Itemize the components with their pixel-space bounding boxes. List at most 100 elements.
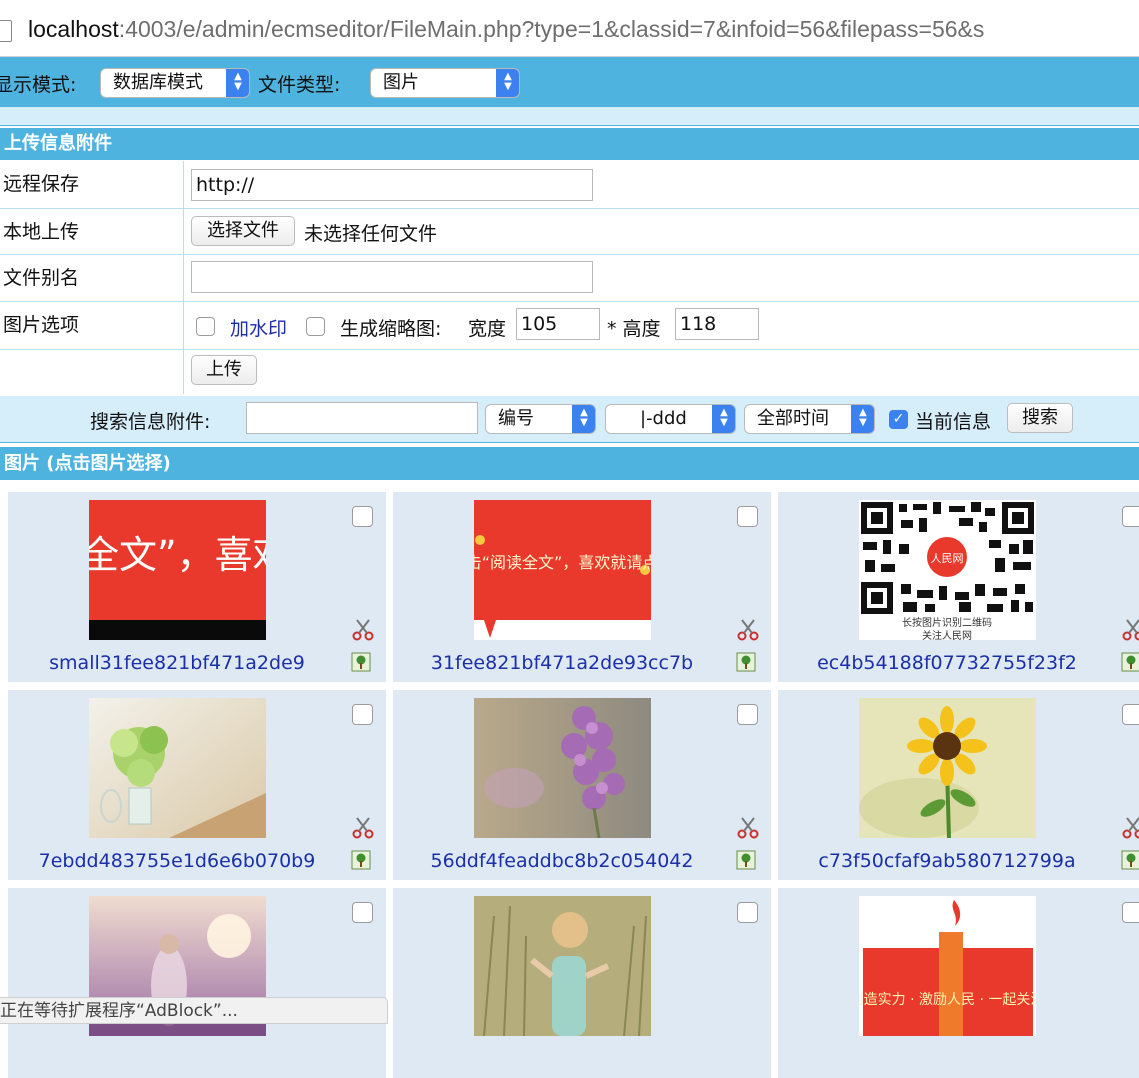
- divider-strip: [0, 107, 1139, 126]
- url-rest: :4003/e/admin/ecmseditor/FileMain.php?ty…: [119, 16, 985, 42]
- banner-text: 全文”，喜欢: [89, 533, 266, 577]
- search-label: 搜索信息附件:: [90, 407, 210, 434]
- image-filename[interactable]: 7ebdd483755e1d6e6b070b9: [8, 850, 346, 872]
- edit-image-icon[interactable]: [351, 652, 371, 672]
- thumbnail-image[interactable]: [859, 698, 1036, 838]
- thumbnail-image[interactable]: 点击“阅读全文”，喜欢就请点赞: [474, 500, 651, 640]
- search-input[interactable]: [246, 402, 478, 434]
- scissors-icon[interactable]: [736, 618, 760, 642]
- url-text[interactable]: localhost:4003/e/admin/ecmseditor/FileMa…: [28, 16, 984, 43]
- thumbnail-image[interactable]: [474, 698, 651, 838]
- thumbnail-image[interactable]: [474, 896, 651, 1036]
- height-label: * 高度: [607, 314, 661, 341]
- display-mode-label: 显示模式:: [0, 70, 76, 97]
- select-checkbox[interactable]: [1122, 506, 1139, 527]
- edit-image-icon[interactable]: [1121, 850, 1139, 870]
- file-type-select[interactable]: 图片 ▲▼: [370, 68, 520, 98]
- time-select[interactable]: 全部时间 ▲▼: [744, 404, 875, 434]
- gallery-header: 图片 (点击图片选择): [0, 447, 1139, 480]
- search-bar: 搜索信息附件: 编号 ▲▼ |-ddd ▲▼ 全部时间 ▲▼ ✓ 当前信息 搜索: [0, 396, 1139, 443]
- scissors-icon[interactable]: [351, 816, 375, 840]
- qr-caption-2: 关注人民网: [922, 629, 972, 640]
- image-options-row: 图片选项 加水印 生成缩略图: 宽度 105 * 高度 118: [0, 302, 1139, 350]
- qr-caption-1: 长按图片识别二维码: [902, 616, 992, 629]
- display-mode-select[interactable]: 数据库模式 ▲▼: [100, 68, 250, 98]
- image-tile[interactable]: 全文”，喜欢 small31fee821bf471a2de9: [8, 492, 386, 682]
- image-filename[interactable]: 31fee821bf471a2de93cc7b: [393, 652, 731, 674]
- thumbnail-image[interactable]: 人民网 长按图片识别二维码 关注人民网: [859, 500, 1036, 640]
- current-info-checkbox[interactable]: ✓: [889, 410, 908, 429]
- address-bar[interactable]: localhost:4003/e/admin/ecmseditor/FileMa…: [0, 0, 1139, 57]
- choose-file-button[interactable]: 选择文件: [191, 216, 295, 246]
- banner-text: 点击“阅读全文”，喜欢就请点赞: [474, 553, 651, 572]
- select-checkbox[interactable]: [352, 704, 373, 725]
- mode-bar: 显示模式: 数据库模式 ▲▼ 文件类型: 图片 ▲▼: [0, 57, 1139, 107]
- image-tile[interactable]: 56ddf4feaddbc8b2c054042: [393, 690, 771, 880]
- width-input[interactable]: 105: [516, 308, 600, 340]
- select-checkbox[interactable]: [737, 704, 758, 725]
- select-arrows-icon: ▲▼: [851, 404, 875, 434]
- search-field-value: 编号: [498, 408, 534, 429]
- select-checkbox[interactable]: [737, 506, 758, 527]
- select-arrows-icon: ▲▼: [226, 68, 250, 98]
- image-options-label: 图片选项: [0, 302, 184, 349]
- upload-button-row: 上传: [0, 350, 1139, 394]
- image-tile[interactable]: 人民网 长按图片识别二维码 关注人民网 ec4b54188f07732755f2…: [778, 492, 1139, 682]
- image-tile[interactable]: 创造实力 · 激励人民 · 一起关注: [778, 888, 1139, 1078]
- scissors-icon[interactable]: [1121, 816, 1139, 840]
- local-upload-row: 本地上传 选择文件 未选择任何文件: [0, 209, 1139, 255]
- search-button[interactable]: 搜索: [1007, 403, 1073, 433]
- alias-row: 文件别名: [0, 255, 1139, 302]
- no-file-text: 未选择任何文件: [304, 219, 437, 246]
- alias-input[interactable]: [191, 261, 593, 293]
- image-filename[interactable]: 56ddf4feaddbc8b2c054042: [393, 850, 731, 872]
- select-checkbox[interactable]: [1122, 902, 1139, 923]
- edit-image-icon[interactable]: [736, 850, 756, 870]
- scissors-icon[interactable]: [1121, 618, 1139, 642]
- select-arrows-icon: ▲▼: [496, 68, 520, 98]
- watermark-checkbox[interactable]: [196, 317, 215, 336]
- time-value: 全部时间: [757, 408, 829, 429]
- directory-value: |-ddd: [640, 408, 687, 429]
- image-filename[interactable]: ec4b54188f07732755f23f2: [778, 652, 1116, 674]
- select-checkbox[interactable]: [352, 506, 373, 527]
- image-tile[interactable]: 点击“阅读全文”，喜欢就请点赞 31fee821bf471a2de93cc7b: [393, 492, 771, 682]
- image-filename[interactable]: c73f50cfaf9ab580712799a: [778, 850, 1116, 872]
- upload-button[interactable]: 上传: [191, 355, 257, 385]
- display-mode-value: 数据库模式: [113, 72, 203, 93]
- remote-save-row: 远程保存 http://: [0, 161, 1139, 209]
- thumbnail-label: 生成缩略图:: [340, 314, 441, 341]
- file-type-label: 文件类型:: [258, 70, 340, 97]
- edit-image-icon[interactable]: [1121, 652, 1139, 672]
- current-info-label: 当前信息: [915, 407, 991, 434]
- banner-text: 创造实力 · 激励人民 · 一起关注: [859, 991, 1036, 1008]
- thumbnail-checkbox[interactable]: [306, 317, 325, 336]
- select-checkbox[interactable]: [1122, 704, 1139, 725]
- select-checkbox[interactable]: [352, 902, 373, 923]
- url-host: localhost: [28, 16, 119, 42]
- edit-image-icon[interactable]: [351, 850, 371, 870]
- edit-image-icon[interactable]: [736, 652, 756, 672]
- image-tile[interactable]: [393, 888, 771, 1078]
- thumbnail-image[interactable]: 创造实力 · 激励人民 · 一起关注: [859, 896, 1036, 1036]
- watermark-link[interactable]: 加水印: [230, 314, 287, 341]
- thumbnail-image[interactable]: 全文”，喜欢: [89, 500, 266, 640]
- select-checkbox[interactable]: [737, 902, 758, 923]
- scissors-icon[interactable]: [736, 816, 760, 840]
- status-bar: 正在等待扩展程序“AdBlock”...: [0, 997, 388, 1024]
- thumbnail-image[interactable]: [89, 698, 266, 838]
- height-input[interactable]: 118: [675, 308, 759, 340]
- page-icon: [0, 20, 12, 42]
- remote-save-label: 远程保存: [0, 161, 184, 208]
- select-arrows-icon: ▲▼: [712, 404, 736, 434]
- scissors-icon[interactable]: [351, 618, 375, 642]
- image-tile[interactable]: c73f50cfaf9ab580712799a: [778, 690, 1139, 880]
- upload-section-header: 上传信息附件: [0, 128, 1139, 160]
- image-tile[interactable]: [8, 888, 386, 1078]
- image-gallery: 全文”，喜欢 small31fee821bf471a2de9 点击“阅读全文”，…: [0, 482, 1139, 1024]
- image-filename[interactable]: small31fee821bf471a2de9: [8, 652, 346, 674]
- image-tile[interactable]: 7ebdd483755e1d6e6b070b9: [8, 690, 386, 880]
- remote-url-input[interactable]: http://: [191, 169, 593, 201]
- search-field-select[interactable]: 编号 ▲▼: [485, 404, 596, 434]
- directory-select[interactable]: |-ddd ▲▼: [605, 404, 736, 434]
